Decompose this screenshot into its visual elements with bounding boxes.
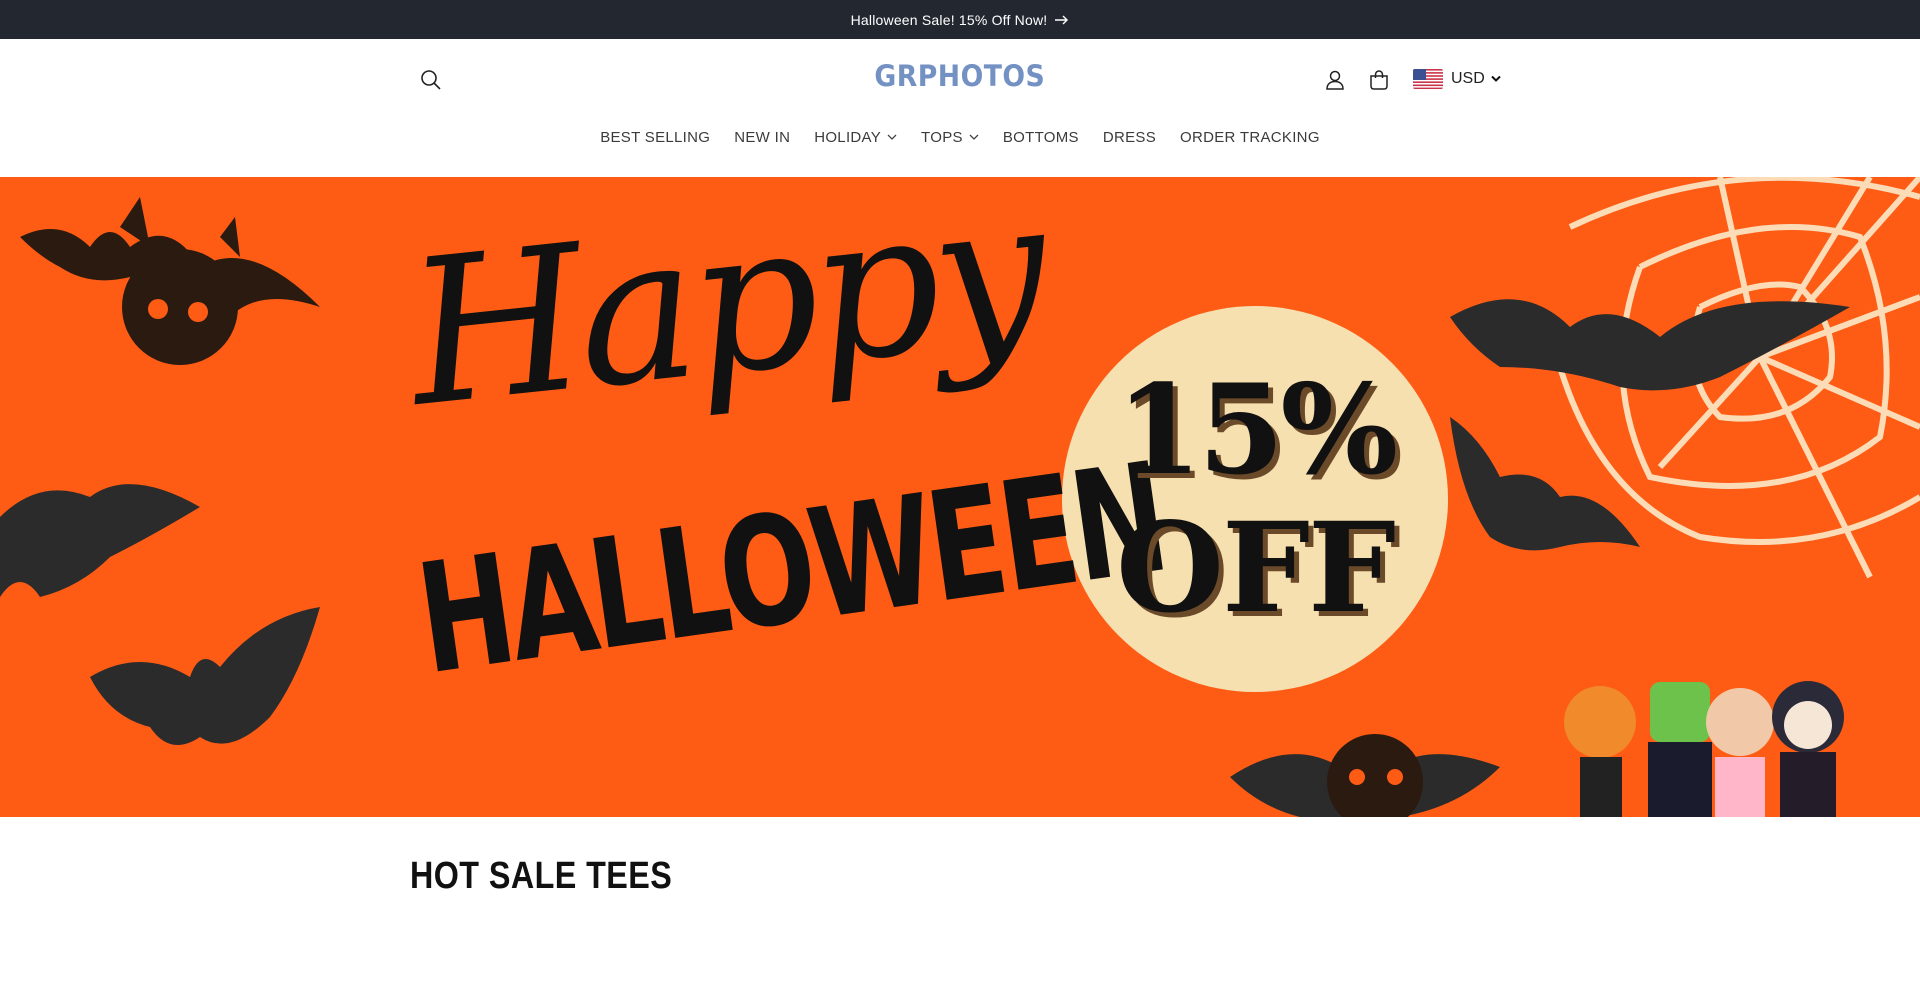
- nav-item-dress[interactable]: DRESS: [1091, 125, 1168, 149]
- nav-item-order-tracking[interactable]: ORDER TRACKING: [1168, 125, 1332, 149]
- costume-kids-illustration: [1564, 681, 1844, 817]
- arrow-right-icon: [1055, 15, 1069, 24]
- cart-button[interactable]: [1364, 65, 1394, 95]
- announcement-link[interactable]: Halloween Sale! 15% Off Now!: [851, 12, 1070, 28]
- nav-item-holiday[interactable]: HOLIDAY: [802, 125, 909, 149]
- chevron-down-icon: [969, 134, 979, 140]
- currency-code: USD: [1451, 70, 1485, 87]
- badge-percent: 15%: [1115, 358, 1398, 503]
- announcement-text: Halloween Sale! 15% Off Now!: [850, 11, 1048, 28]
- nav-item-best-selling[interactable]: BEST SELLING: [588, 125, 722, 149]
- cart-icon: [1370, 70, 1388, 90]
- hero-line-halloween: HALLOWEEN: [408, 430, 1175, 709]
- nav-item-new-in[interactable]: NEW IN: [722, 125, 802, 149]
- site-logo[interactable]: GRPHOTOS: [0, 59, 1920, 93]
- hero-banner[interactable]: Happy HALLOWEEN 15% OFF: [0, 177, 1920, 817]
- site-header: GRPHOTOS USD BEST SELLING NEW IN HOLIDAY…: [0, 39, 1920, 177]
- badge-text: 15% OFF: [1062, 307, 1448, 693]
- us-flag-icon: [1413, 69, 1443, 89]
- hero-line-happy: Happy: [398, 177, 1052, 452]
- user-icon: [1326, 70, 1344, 90]
- account-button[interactable]: [1320, 65, 1350, 95]
- main-nav: BEST SELLING NEW IN HOLIDAY TOPS BOTTOMS…: [0, 125, 1920, 149]
- section-title: HOT SALE TEES: [410, 855, 673, 897]
- nav-item-bottoms[interactable]: BOTTOMS: [991, 125, 1091, 149]
- announcement-bar: Halloween Sale! 15% Off Now!: [0, 0, 1920, 39]
- chevron-down-icon: [1491, 75, 1501, 82]
- nav-item-tops[interactable]: TOPS: [909, 125, 991, 149]
- badge-off: OFF: [1115, 496, 1396, 641]
- bat-icon: [20, 197, 320, 365]
- chevron-down-icon: [887, 134, 897, 140]
- hero-headline: Happy HALLOWEEN: [398, 177, 1174, 797]
- currency-selector[interactable]: USD: [1413, 69, 1501, 89]
